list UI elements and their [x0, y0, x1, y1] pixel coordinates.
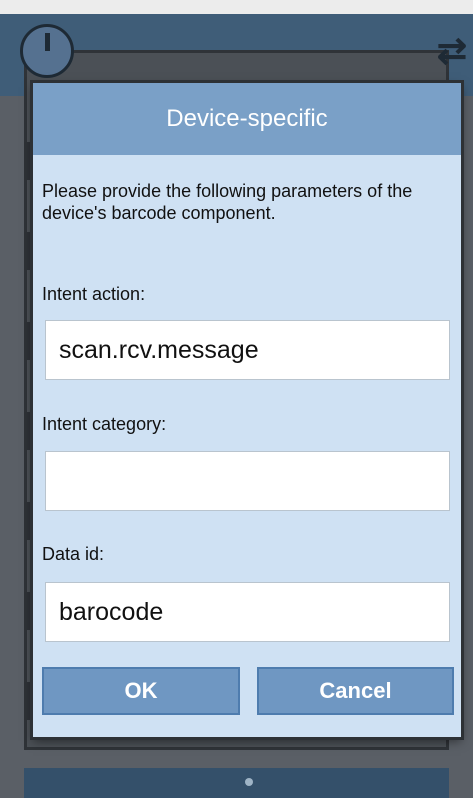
intent-action-label: Intent action:	[42, 284, 146, 304]
data-id-label: Data id:	[42, 544, 105, 564]
dialog-title: Device-specific	[33, 83, 461, 155]
data-id-input[interactable]	[45, 582, 450, 642]
background-bottom-icon	[245, 778, 253, 786]
dialog-message: Please provide the following parameters …	[42, 181, 413, 223]
cancel-button[interactable]: Cancel	[257, 667, 454, 715]
intent-category-label: Intent category:	[42, 414, 167, 434]
background-row-marker	[24, 412, 30, 450]
intent-action-input[interactable]	[45, 320, 450, 380]
background-row-marker	[24, 682, 30, 720]
background-row-marker	[24, 592, 30, 630]
sync-icon: ⇄	[436, 30, 467, 71]
background-row-marker	[24, 502, 30, 540]
power-icon	[20, 24, 74, 78]
ok-button[interactable]: OK	[42, 667, 240, 715]
status-bar	[0, 0, 473, 14]
background-row-marker	[24, 322, 30, 360]
background-bottom-button	[24, 768, 449, 798]
device-specific-dialog: Device-specific Please provide the follo…	[33, 83, 461, 737]
background-row-marker	[24, 142, 30, 180]
intent-category-input[interactable]	[45, 451, 450, 511]
background-row-marker	[24, 232, 30, 270]
